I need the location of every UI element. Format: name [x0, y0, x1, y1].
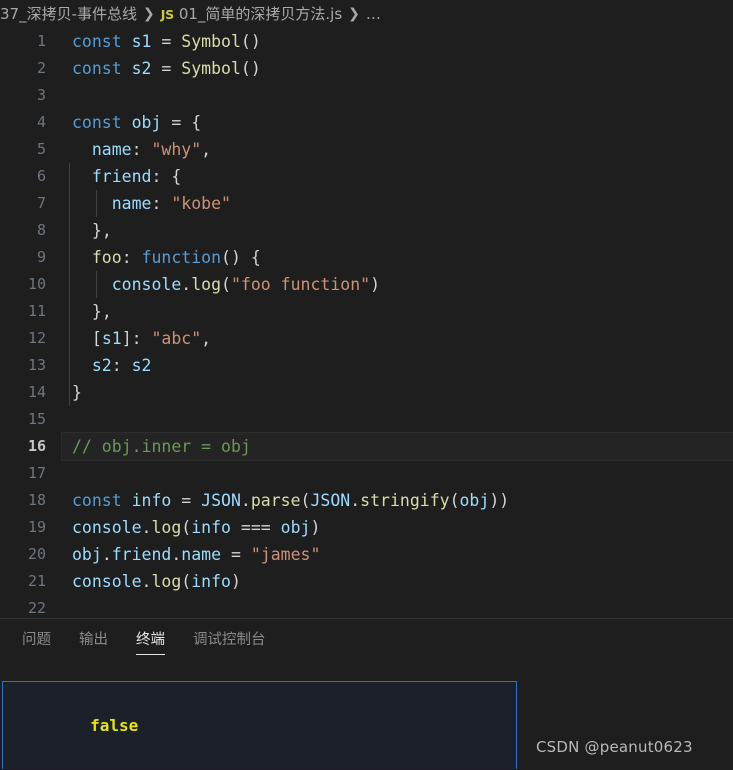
code-line[interactable]: 1 const s1 = Symbol()	[0, 28, 733, 55]
code-text[interactable]: // obj.inner = obj	[61, 432, 733, 461]
terminal-output-object: { name: 'why', friend: { name: 'kobe' } …	[13, 763, 508, 769]
code-line[interactable]: 18 const info = JSON.parse(JSON.stringify…	[0, 487, 733, 514]
code-text[interactable]: console.log(info)	[62, 568, 733, 595]
code-line[interactable]: 20 obj.friend.name = "james"	[0, 541, 733, 568]
code-line[interactable]: 5 name: "why",	[0, 136, 733, 163]
code-line[interactable]: 17	[0, 460, 733, 487]
line-number: 11	[27, 302, 46, 320]
code-text[interactable]: console.log("foo function")	[62, 271, 733, 298]
code-text[interactable]: },	[62, 217, 733, 244]
breadcrumb[interactable]: 37_深拷贝-事件总线 ❯ JS 01_简单的深拷贝方法.js ❯ …	[0, 0, 733, 28]
line-number: 14	[27, 383, 46, 401]
line-number: 15	[27, 410, 46, 428]
line-number: 12	[27, 329, 46, 347]
code-text[interactable]: friend: {	[62, 163, 733, 190]
chevron-right-icon-2: ❯	[348, 6, 360, 22]
code-line[interactable]: 10 console.log("foo function")	[0, 271, 733, 298]
code-text[interactable]: const info = JSON.parse(JSON.stringify(o…	[62, 487, 733, 514]
code-line[interactable]: 16 // obj.inner = obj	[0, 432, 733, 461]
watermark: CSDN @peanut0623	[536, 738, 693, 756]
line-number: 9	[36, 248, 46, 266]
line-number: 8	[36, 221, 46, 239]
code-text[interactable]: [s1]: "abc",	[62, 325, 733, 352]
line-number: 7	[36, 194, 46, 212]
code-line[interactable]: 6 friend: {	[0, 163, 733, 190]
terminal-output-false: false	[13, 688, 508, 763]
line-number: 22	[27, 599, 46, 617]
code-text[interactable]: const obj = {	[62, 109, 733, 136]
line-number: 3	[36, 86, 46, 104]
panel-tab-问题[interactable]: 问题	[8, 619, 65, 661]
line-number: 10	[27, 275, 46, 293]
line-number: 21	[27, 572, 46, 590]
breadcrumb-file[interactable]: 01_简单的深拷贝方法.js	[179, 0, 342, 28]
code-text[interactable]	[62, 595, 733, 618]
code-line[interactable]: 22	[0, 595, 733, 618]
code-text[interactable]: s2: s2	[62, 352, 733, 379]
panel-tab-调试控制台[interactable]: 调试控制台	[179, 619, 280, 661]
code-text[interactable]: }	[62, 379, 733, 406]
code-text[interactable]: const s1 = Symbol()	[62, 28, 733, 55]
code-text[interactable]: name: "kobe"	[62, 190, 733, 217]
javascript-file-icon: JS	[160, 6, 174, 22]
line-number: 5	[36, 140, 46, 158]
panel-tab-bar[interactable]: 问题 输出 终端 调试控制台	[0, 619, 280, 661]
panel-tab-终端[interactable]: 终端	[122, 619, 179, 661]
code-line[interactable]: 9 foo: function() {	[0, 244, 733, 271]
line-number: 19	[27, 518, 46, 536]
code-text[interactable]	[62, 82, 733, 109]
line-number: 2	[36, 59, 46, 77]
breadcrumb-folder[interactable]: 37_深拷贝-事件总线	[0, 0, 137, 28]
code-line[interactable]: 21 console.log(info)	[0, 568, 733, 595]
code-line[interactable]: 11 },	[0, 298, 733, 325]
terminal-view[interactable]: false { name: 'why', friend: { name: 'ko…	[2, 681, 517, 769]
code-line[interactable]: 3	[0, 82, 733, 109]
vscode-window: 37_深拷贝-事件总线 ❯ JS 01_简单的深拷贝方法.js ❯ … 1 con…	[0, 0, 733, 770]
breadcrumb-overflow[interactable]: …	[366, 5, 381, 23]
code-text[interactable]: const s2 = Symbol()	[62, 55, 733, 82]
code-text[interactable]	[62, 460, 733, 487]
code-text[interactable]: },	[62, 298, 733, 325]
code-line[interactable]: 12 [s1]: "abc",	[0, 325, 733, 352]
code-text[interactable]: console.log(info === obj)	[62, 514, 733, 541]
code-line[interactable]: 19 console.log(info === obj)	[0, 514, 733, 541]
panel-tab-输出[interactable]: 输出	[65, 619, 122, 661]
code-line[interactable]: 8 },	[0, 217, 733, 244]
code-text[interactable]: foo: function() {	[62, 244, 733, 271]
code-line[interactable]: 2 const s2 = Symbol()	[0, 55, 733, 82]
line-number: 13	[27, 356, 46, 374]
code-editor[interactable]: 1 const s1 = Symbol() 2 const s2 = Symbol()…	[0, 28, 733, 618]
code-line[interactable]: 14}	[0, 379, 733, 406]
line-number: 4	[36, 113, 46, 131]
code-line[interactable]: 13 s2: s2	[0, 352, 733, 379]
line-number: 16	[27, 437, 46, 455]
code-line[interactable]: 4 const obj = {	[0, 109, 733, 136]
line-number: 6	[36, 167, 46, 185]
line-number: 20	[27, 545, 46, 563]
terminal-value-false: false	[90, 716, 139, 735]
code-lines-container[interactable]: 1 const s1 = Symbol() 2 const s2 = Symbol()…	[0, 28, 733, 618]
code-line[interactable]: 7 name: "kobe"	[0, 190, 733, 217]
code-text[interactable]: name: "why",	[62, 136, 733, 163]
code-text[interactable]	[62, 406, 733, 433]
code-text[interactable]: obj.friend.name = "james"	[62, 541, 733, 568]
line-number: 1	[36, 32, 46, 50]
line-number: 18	[27, 491, 46, 509]
line-number: 17	[27, 464, 46, 482]
chevron-right-icon: ❯	[143, 6, 155, 22]
code-line[interactable]: 15	[0, 406, 733, 433]
